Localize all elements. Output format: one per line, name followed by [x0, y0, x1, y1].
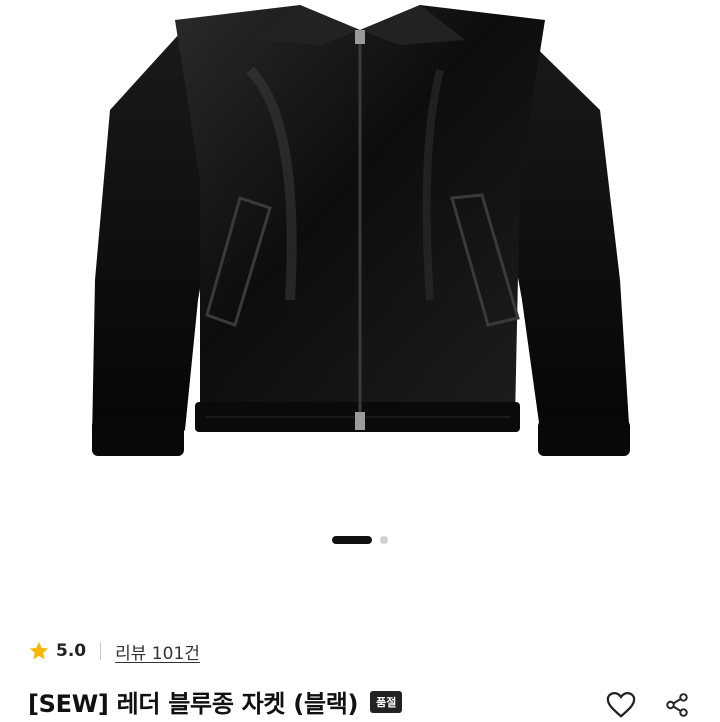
carousel-indicator [0, 536, 720, 544]
carousel-dot-active[interactable] [332, 536, 372, 544]
rating-row: 5.0 리뷰 101건 [28, 638, 200, 664]
jacket-illustration [92, 5, 630, 456]
sold-out-badge: 품절 [370, 690, 403, 713]
carousel-dot[interactable] [380, 536, 388, 544]
share-icon [666, 693, 688, 717]
product-title-row: [SEW] 레더 블루종 자켓 (블랙) 품절 [28, 684, 403, 719]
review-count-link[interactable]: 리뷰 101건 [115, 639, 200, 664]
product-detail-page: 5.0 리뷰 101건 [SEW] 레더 블루종 자켓 (블랙) 품절 [0, 0, 720, 720]
star-icon [29, 641, 49, 660]
product-image[interactable] [0, 0, 720, 520]
product-title: [SEW] 레더 블루종 자켓 (블랙) [28, 690, 359, 718]
rating-value: 5.0 [56, 641, 87, 661]
share-button[interactable] [660, 688, 694, 722]
divider [100, 642, 102, 660]
heart-icon [606, 691, 636, 718]
like-button[interactable] [604, 688, 638, 722]
